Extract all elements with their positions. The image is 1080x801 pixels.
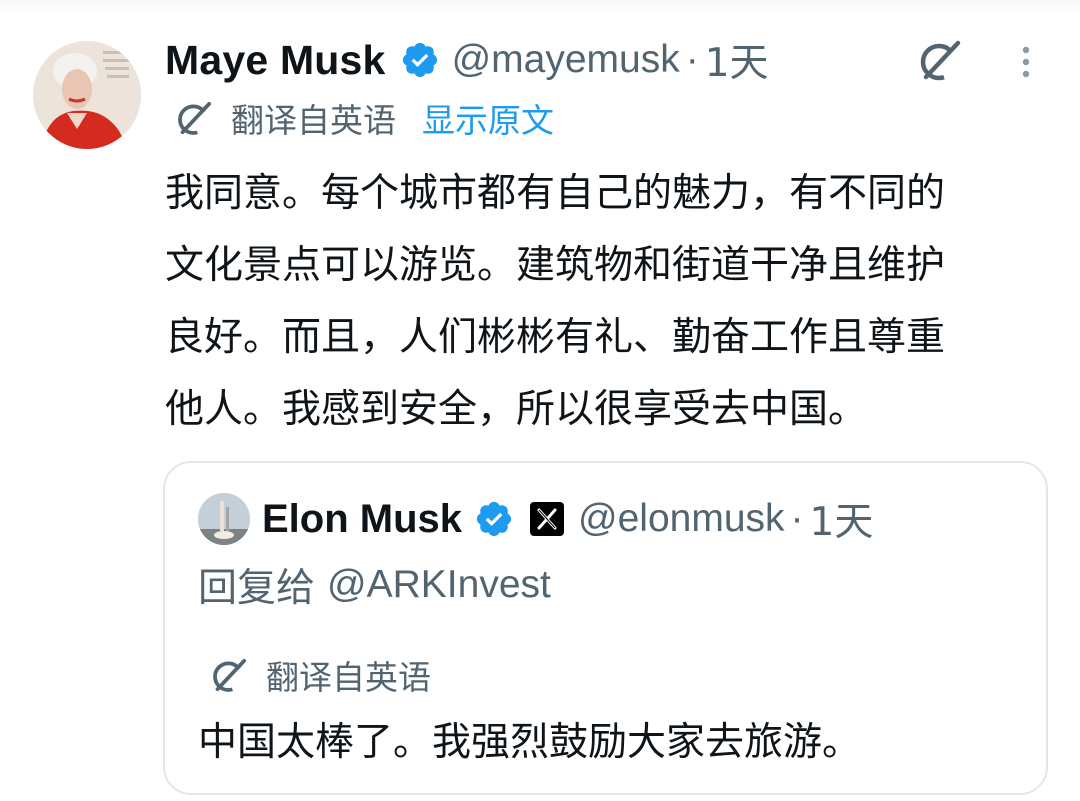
tweet-header: Maye Musk @mayemusk · 1天 [165,32,769,88]
more-options-icon[interactable] [1011,42,1041,82]
x-logo-icon[interactable] [530,502,565,536]
separator-dot: · [685,38,699,81]
quoted-author-avatar[interactable] [198,493,250,545]
author-display-name[interactable]: Maye Musk [165,37,386,84]
quoted-tweet-text: 中国太棒了。我强烈鼓励大家去旅游。 [198,720,862,765]
author-avatar[interactable] [33,41,141,149]
tweet-time[interactable]: 1天 [705,32,769,88]
reply-prefix: 回复给 [198,566,316,611]
top-divider [0,0,1080,14]
translate-icon [175,98,215,138]
translation-row: 翻译自英语 显示原文 [175,96,554,140]
quoted-tweet-card[interactable]: Elon Musk @elonmusk · 1天 回复给 @ARKInvest [163,461,1048,795]
quoted-translation-row: 翻译自英语 [210,654,431,697]
show-original-link[interactable]: 显示原文 [422,94,554,142]
quoted-translation-label: 翻译自英语 [266,658,431,697]
translate-icon [210,655,250,695]
reply-context: 回复给 @ARKInvest [198,559,551,611]
verified-badge-icon[interactable] [400,40,440,80]
translation-label: 翻译自英语 [231,101,396,140]
separator-dot: · [790,497,804,540]
quoted-tweet-header: Elon Musk @elonmusk · 1天 [198,491,873,547]
tweet-text-line: 文化景点可以游览。建筑物和街道干净且维护 [165,243,946,288]
avatar-portrait [33,41,141,149]
quoted-tweet-time[interactable]: 1天 [810,491,874,547]
tweet-text-line: 我同意。每个城市都有自己的魅力，有不同的 [165,171,946,216]
grok-icon[interactable] [917,36,965,84]
tweet-text: 我同意。每个城市都有自己的魅力，有不同的 文化景点可以游览。建筑物和街道干净且维… [165,158,1050,446]
reply-mention-link[interactable]: @ARKInvest [327,563,551,607]
quoted-author-handle[interactable]: @elonmusk [578,497,785,541]
quoted-author-display-name[interactable]: Elon Musk [262,497,462,542]
author-handle[interactable]: @mayemusk [452,38,680,82]
verified-badge-icon[interactable] [474,499,514,539]
tweet-text-line: 良好。而且，人们彬彬有礼、勤奋工作且尊重 [165,315,946,360]
tweet-text-line: 他人。我感到安全，所以很享受去中国。 [165,387,868,432]
